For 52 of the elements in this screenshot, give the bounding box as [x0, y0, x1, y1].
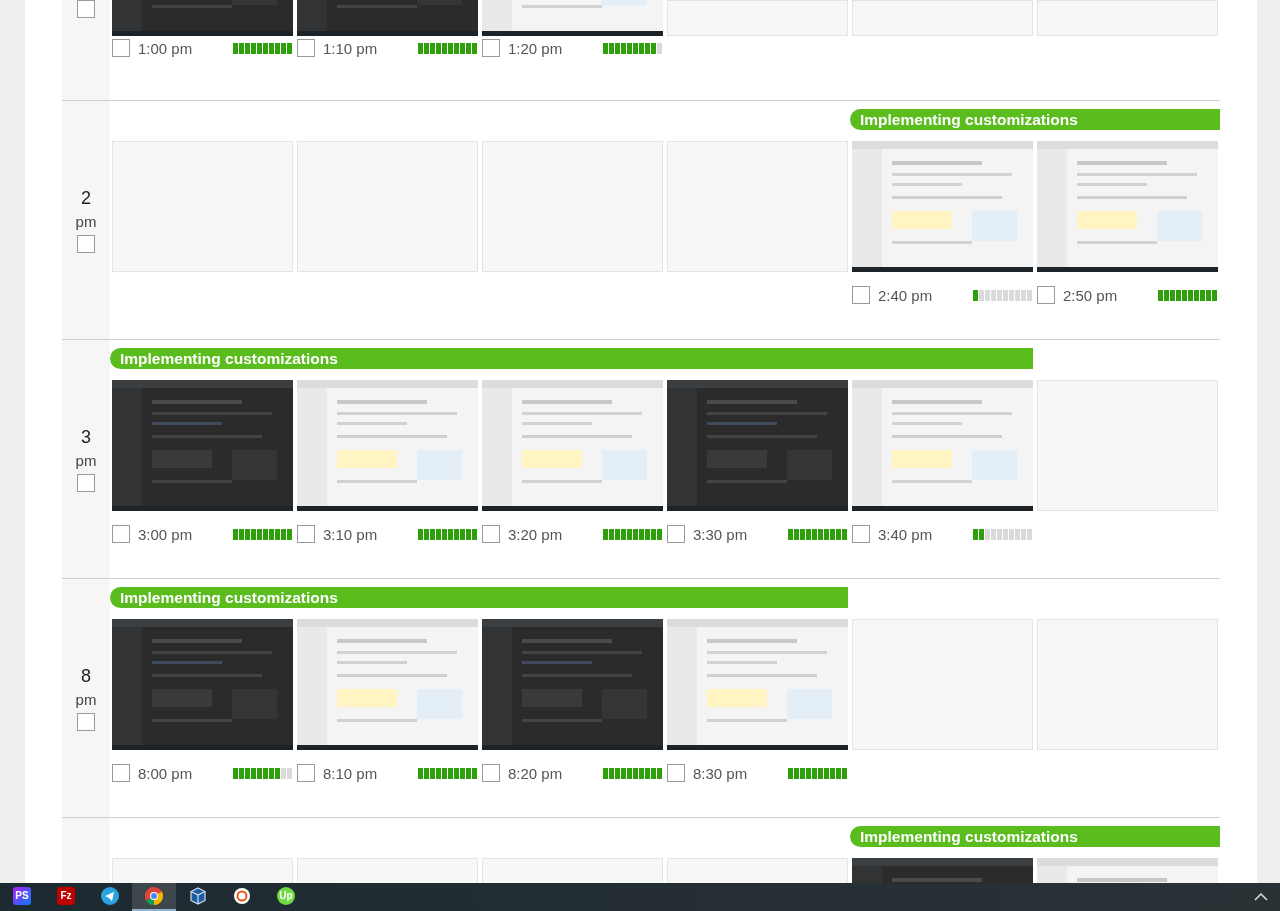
checkbox[interactable] — [297, 525, 315, 543]
memo-bar: Implementing customizations — [850, 109, 1220, 130]
taskbar-app[interactable]: PS — [0, 883, 44, 911]
hour-label: 8 — [81, 665, 91, 687]
hour-checkbox[interactable] — [77, 474, 95, 492]
time-label: 3:30 pm — [693, 525, 748, 543]
memo-bar: Implementing customizations — [110, 348, 1033, 369]
hour-suffix: pm — [75, 691, 97, 709]
taskbar-app[interactable]: Fz — [44, 883, 88, 911]
checkbox[interactable] — [852, 525, 870, 543]
checkbox[interactable] — [112, 764, 130, 782]
chevron-up-icon[interactable] — [1254, 893, 1268, 901]
browser-icon — [145, 887, 163, 905]
checkbox[interactable] — [112, 525, 130, 543]
checkbox[interactable] — [297, 764, 315, 782]
app-icon: Fz — [57, 887, 75, 905]
time-label: 3:20 pm — [508, 525, 563, 543]
cube-icon — [189, 887, 207, 905]
time-label: 3:10 pm — [323, 525, 378, 543]
time-label: 2:40 pm — [878, 286, 933, 304]
checkbox[interactable] — [667, 764, 685, 782]
checkbox[interactable] — [112, 39, 130, 57]
paper-plane-icon — [101, 887, 119, 905]
time-label: 8:00 pm — [138, 764, 193, 782]
hour-label: 2 — [81, 187, 91, 209]
circle-icon — [234, 888, 250, 904]
checkbox[interactable] — [667, 525, 685, 543]
hour-suffix: pm — [75, 213, 97, 231]
hour-checkbox[interactable] — [77, 0, 95, 18]
time-label: 3:00 pm — [138, 525, 193, 543]
time-label: 1:10 pm — [323, 39, 378, 57]
checkbox[interactable] — [482, 764, 500, 782]
memo-bar: Implementing customizations — [850, 826, 1220, 847]
time-label: 3:40 pm — [878, 525, 933, 543]
hour-label: 3 — [81, 426, 91, 448]
checkbox[interactable] — [852, 286, 870, 304]
checkbox[interactable] — [297, 39, 315, 57]
app-icon: PS — [13, 887, 31, 905]
memo-bar: Implementing customizations — [110, 587, 848, 608]
time-label: 8:30 pm — [693, 764, 748, 782]
time-label: 1:00 pm — [138, 39, 193, 57]
time-label: 8:20 pm — [508, 764, 563, 782]
checkbox[interactable] — [1037, 286, 1055, 304]
checkbox[interactable] — [482, 39, 500, 57]
hour-checkbox[interactable] — [77, 713, 95, 731]
time-label: 2:50 pm — [1063, 286, 1118, 304]
time-label: 8:10 pm — [323, 764, 378, 782]
checkbox[interactable] — [482, 525, 500, 543]
app-icon: Up — [277, 887, 295, 905]
hour-checkbox[interactable] — [77, 235, 95, 253]
time-label: 1:20 pm — [508, 39, 563, 57]
hour-suffix: pm — [75, 452, 97, 470]
